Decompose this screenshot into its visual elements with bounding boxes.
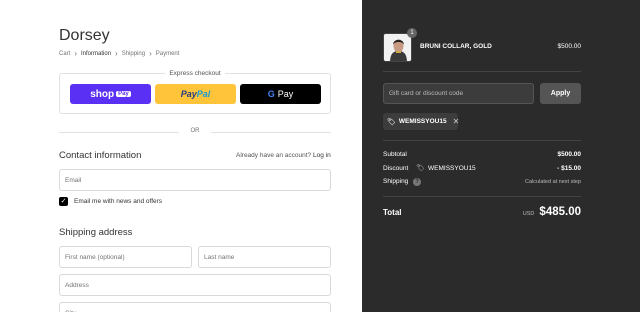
login-link[interactable]: Log in [313, 152, 331, 159]
divider [383, 71, 581, 72]
discount-field[interactable] [383, 83, 534, 104]
applied-discount-tag: 🏷 WEMISSYOU15 ✕ [383, 113, 460, 130]
discount-code: WEMISSYOU15 [428, 164, 476, 172]
discount-label: Discount [383, 165, 409, 172]
total-label: Total [383, 207, 402, 217]
applied-discount-code: WEMISSYOU15 [398, 118, 447, 125]
tag-icon: 🏷 [416, 165, 425, 172]
newsletter-option[interactable]: ✓ Email me with news and offers [59, 197, 162, 206]
chevron-right-icon: › [74, 49, 78, 58]
tag-icon: 🏷 [387, 118, 396, 126]
subtotal-label: Subtotal [383, 151, 407, 158]
check-icon[interactable]: ✓ [59, 197, 68, 206]
shop-pay-logo-pay: Pay [116, 91, 131, 97]
product-thumbnail [383, 33, 412, 62]
breadcrumb: Cart › Information › Shipping › Payment [59, 49, 180, 58]
express-checkout-title: Express checkout [60, 70, 330, 77]
question-icon[interactable]: ? [413, 178, 422, 186]
total-row: Total USD $485.00 [383, 206, 581, 218]
address-field[interactable] [59, 274, 331, 296]
shipping-title: Shipping address [59, 227, 133, 238]
divider [383, 140, 581, 141]
last-name-field[interactable] [198, 246, 331, 268]
checkout-main: Dorsey Cart › Information › Shipping › P… [0, 0, 362, 312]
subtotal-row: Subtotal $500.00 [383, 151, 581, 158]
contact-title: Contact information [59, 150, 142, 161]
shop-pay-button[interactable]: shop Pay [70, 84, 151, 104]
google-icon: G [267, 89, 275, 99]
divider [383, 196, 581, 197]
first-name-input[interactable] [65, 253, 191, 261]
express-checkout: Express checkout shop Pay Pay Pal G Pay [59, 70, 331, 114]
shipping-label: Shipping [383, 178, 409, 185]
or-divider: OR [59, 128, 331, 136]
address-input[interactable] [65, 281, 330, 289]
breadcrumb-information: Information [81, 51, 112, 57]
product-image [384, 34, 411, 61]
product-name: BRUNI COLLAR, GOLD [420, 43, 492, 50]
subtotal-value: $500.00 [557, 151, 582, 158]
discount-row: Discount 🏷 WEMISSYOU15 - $15.00 [383, 164, 581, 173]
quantity-badge: 1 [407, 28, 417, 38]
last-name-input[interactable] [204, 253, 330, 261]
store-name[interactable]: Dorsey [59, 27, 110, 45]
chevron-right-icon: › [149, 49, 152, 58]
chevron-right-icon: › [115, 49, 118, 58]
newsletter-label: Email me with news and offers [74, 198, 163, 205]
product-price: $500.00 [557, 43, 582, 50]
currency-code: USD [522, 211, 535, 217]
have-account-text: Already have an account? Log in [236, 152, 331, 159]
paypal-button[interactable]: Pay Pal [155, 84, 236, 104]
paypal-logo-pay: Pay [180, 89, 197, 99]
breadcrumb-cart[interactable]: Cart [59, 51, 70, 57]
close-icon[interactable]: ✕ [453, 117, 460, 126]
shipping-value: Calculated at next step [525, 179, 581, 185]
breadcrumb-shipping: Shipping [121, 51, 146, 57]
first-name-field[interactable] [59, 246, 192, 268]
paypal-logo-pal: Pal [196, 89, 211, 99]
email-field[interactable] [59, 169, 331, 191]
or-label: OR [190, 128, 200, 134]
city-field[interactable] [59, 302, 331, 312]
order-summary: 1 BRUNI COLLAR, GOLD $500.00 Apply 🏷 WEM… [362, 0, 640, 312]
discount-value: - $15.00 [557, 164, 581, 172]
shop-pay-logo-shop: shop [90, 88, 115, 100]
total-value: $485.00 [539, 206, 581, 218]
shipping-row: Shipping ? Calculated at next step [383, 178, 581, 186]
email-input[interactable] [65, 176, 330, 184]
breadcrumb-payment: Payment [155, 51, 180, 57]
discount-input[interactable] [389, 90, 533, 97]
google-pay-label: Pay [277, 89, 294, 99]
google-pay-button[interactable]: G Pay [240, 84, 321, 104]
apply-button[interactable]: Apply [540, 83, 581, 104]
